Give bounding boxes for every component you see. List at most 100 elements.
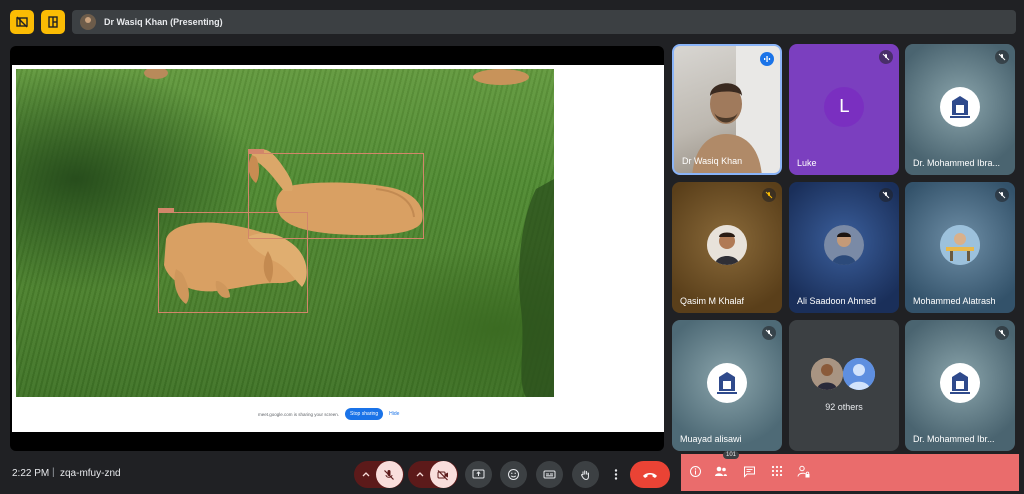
mic-off-icon <box>384 469 394 480</box>
mic-toggle-button[interactable] <box>375 461 403 488</box>
mic-off-badge <box>762 188 776 202</box>
camera-control-group <box>408 461 458 488</box>
profile-photo <box>824 224 864 265</box>
presenter-banner[interactable]: Dr Wasiq Khan (Presenting) <box>72 10 1016 34</box>
presentation-slide: meet.google.com is sharing your screen. … <box>12 65 664 432</box>
university-logo-icon <box>941 363 979 402</box>
participant-name: Dr. Mohammed Ibra... <box>913 158 1001 168</box>
present-screen-icon <box>472 469 485 479</box>
sidebar-toggle-button[interactable] <box>10 10 34 34</box>
avatar <box>707 362 747 403</box>
people-count-badge: 101 <box>723 451 740 459</box>
side-panel-controls: 101 <box>681 451 1019 491</box>
hide-link[interactable]: Hide <box>389 411 399 417</box>
mic-off-badge <box>879 50 893 64</box>
presenter-label: Dr Wasiq Khan (Presenting) <box>104 17 223 27</box>
leave-call-button[interactable] <box>630 461 670 488</box>
emoji-icon <box>508 469 519 480</box>
speaking-indicator <box>760 52 774 66</box>
captions-button[interactable] <box>536 461 563 488</box>
university-logo-icon <box>708 363 746 402</box>
reactions-button[interactable] <box>500 461 527 488</box>
info-icon <box>689 465 701 477</box>
participant-name: Qasim M Khalaf <box>680 296 745 306</box>
layout-button[interactable] <box>41 10 65 34</box>
participant-tile[interactable]: Dr. Mohammed Ibr... <box>905 320 1015 451</box>
mic-off-icon <box>998 53 1006 61</box>
camera-toggle-button[interactable] <box>429 461 457 488</box>
profile-photo <box>811 358 843 390</box>
more-options-button[interactable] <box>606 461 626 488</box>
mic-off-badge <box>995 188 1009 202</box>
detection-box <box>158 208 308 313</box>
chat-button[interactable] <box>741 463 757 479</box>
captions-icon <box>543 470 556 479</box>
profile-photo <box>707 224 747 265</box>
participant-name: Ali Saadoon Ahmed <box>797 296 877 306</box>
more-vert-icon <box>614 469 618 480</box>
layout-icon <box>48 16 58 28</box>
participant-tile[interactable]: Qasim M Khalaf <box>672 182 782 313</box>
share-notice-text: meet.google.com is sharing your screen. <box>258 411 340 417</box>
lock-person-icon <box>797 465 809 477</box>
participant-name: Dr. Mohammed Ibr... <box>913 434 995 444</box>
raise-hand-button[interactable] <box>572 461 599 488</box>
top-bar: Dr Wasiq Khan (Presenting) <box>0 0 1024 44</box>
sidebar-toggle-icon <box>16 16 28 28</box>
presenter-avatar <box>80 14 96 30</box>
separator: | <box>52 467 55 478</box>
participant-tile[interactable]: Dr. Mohammed Ibra... <box>905 44 1015 175</box>
shared-screen[interactable]: meet.google.com is sharing your screen. … <box>10 46 664 451</box>
apps-grid-icon <box>771 465 783 477</box>
mic-off-badge <box>762 326 776 340</box>
others-tile[interactable]: 92 others <box>789 320 899 451</box>
participant-name: Luke <box>797 158 817 168</box>
activities-button[interactable] <box>769 463 785 479</box>
participant-name: Mohammed Alatrash <box>913 296 996 306</box>
mic-off-icon <box>765 191 773 199</box>
stop-sharing-button[interactable]: Stop sharing <box>345 408 384 420</box>
mic-off-icon <box>998 329 1006 337</box>
participant-tile[interactable]: Mohammed Alatrash <box>905 182 1015 313</box>
participant-name: Dr Wasiq Khan <box>682 156 743 166</box>
participant-tile[interactable]: Dr Wasiq Khan <box>672 44 782 175</box>
mic-off-icon <box>882 53 890 61</box>
avatar <box>940 362 980 403</box>
mic-off-icon <box>998 191 1006 199</box>
avatar <box>940 224 980 265</box>
avatar <box>940 86 980 127</box>
camera-options-button[interactable] <box>410 461 430 488</box>
people-button[interactable] <box>713 463 729 479</box>
participant-name: Muayad alisawi <box>680 434 742 444</box>
screen-share-notice: meet.google.com is sharing your screen. … <box>258 405 428 423</box>
end-call-icon <box>643 472 657 478</box>
meeting-details-button[interactable] <box>687 463 703 479</box>
mic-off-badge <box>879 188 893 202</box>
mic-options-button[interactable] <box>356 461 376 488</box>
avatar: L <box>824 86 864 127</box>
chevron-up-icon <box>416 471 423 476</box>
avatar <box>843 358 875 390</box>
mic-control-group <box>354 461 404 488</box>
host-controls-button[interactable] <box>795 463 811 479</box>
mic-off-icon <box>882 191 890 199</box>
hand-icon <box>581 470 589 481</box>
default-person-icon <box>843 358 875 390</box>
avatar <box>824 224 864 265</box>
sheep-photo <box>16 69 554 397</box>
profile-photo <box>940 224 980 265</box>
camera-off-icon <box>437 469 448 480</box>
participant-tile[interactable]: Ali Saadoon Ahmed <box>789 182 899 313</box>
avatar <box>811 358 843 390</box>
university-logo-icon <box>941 87 979 126</box>
meeting-time: 2:22 PM <box>12 468 50 479</box>
chevron-up-icon <box>362 471 369 476</box>
present-screen-button[interactable] <box>465 461 492 488</box>
people-icon <box>715 466 727 476</box>
audio-wave-icon <box>764 56 771 62</box>
participant-tile[interactable]: L Luke <box>789 44 899 175</box>
others-count-label: 92 others <box>825 402 863 412</box>
meeting-code: zqa-mfuy-znd <box>60 468 121 479</box>
participant-tile[interactable]: Muayad alisawi <box>672 320 782 451</box>
mic-off-icon <box>765 329 773 337</box>
